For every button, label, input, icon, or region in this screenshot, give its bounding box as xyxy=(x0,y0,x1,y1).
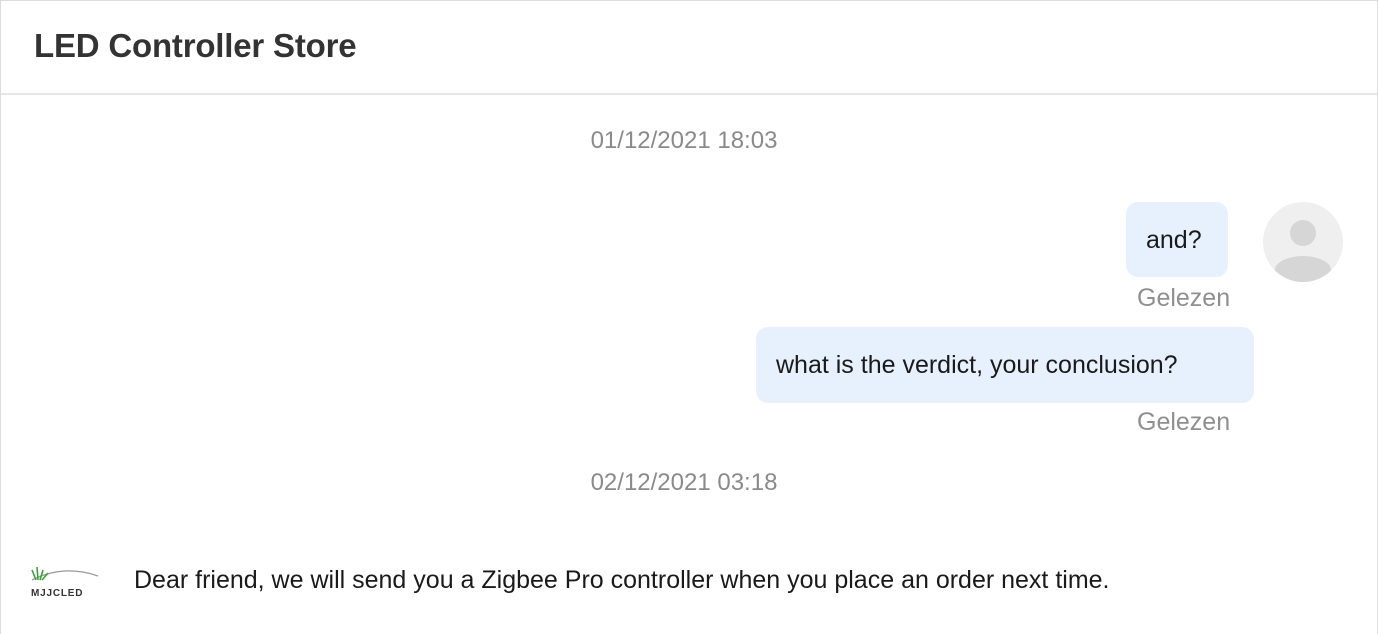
store-title: LED Controller Store xyxy=(34,27,357,64)
outgoing-message-bubble[interactable]: and? xyxy=(1126,202,1228,277)
outgoing-message-bubble[interactable]: what is the verdict, your conclusion? xyxy=(756,327,1254,403)
read-status: Gelezen xyxy=(1137,408,1231,436)
incoming-message-text: Dear friend, we will send you a Zigbee P… xyxy=(134,566,1110,594)
store-logo-text: MJJCLED xyxy=(31,588,84,599)
message-text: what is the verdict, your conclusion? xyxy=(776,351,1178,379)
chat-window: LED Controller Store 01/12/2021 18:03 an… xyxy=(0,0,1378,634)
chat-header: LED Controller Store xyxy=(1,0,1377,95)
message-timestamp: 01/12/2021 18:03 xyxy=(590,127,778,154)
message-text: and? xyxy=(1146,226,1202,254)
store-logo-icon: MJJCLED xyxy=(28,562,100,600)
user-avatar-icon[interactable] xyxy=(1263,202,1343,282)
message-timestamp: 02/12/2021 03:18 xyxy=(590,469,778,496)
read-status: Gelezen xyxy=(1137,284,1231,312)
